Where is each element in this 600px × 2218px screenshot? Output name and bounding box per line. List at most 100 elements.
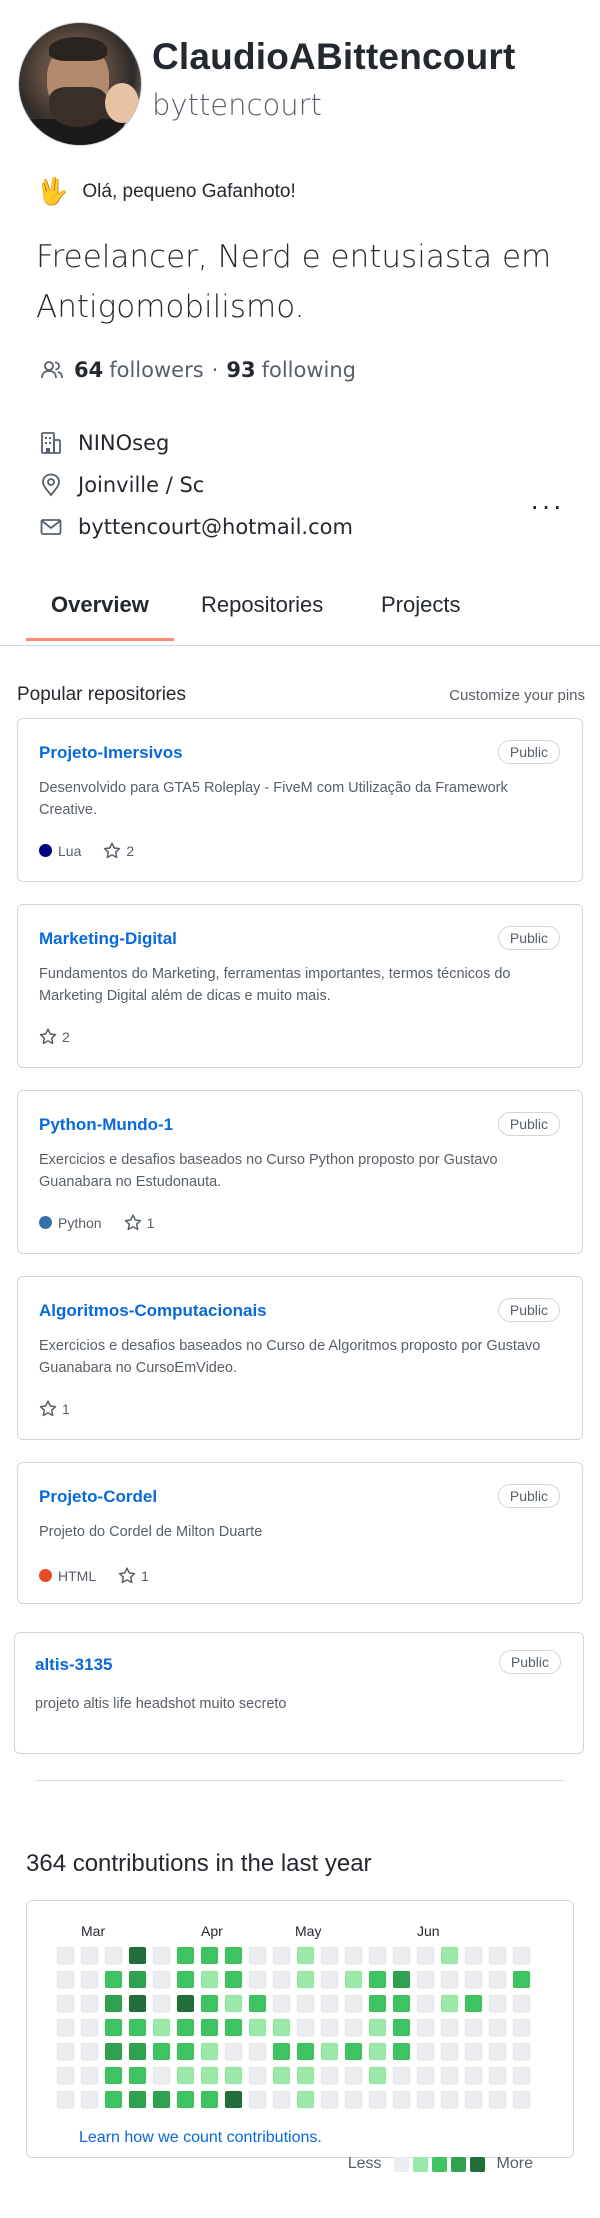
contribution-day[interactable] — [296, 2066, 315, 2085]
repo-link[interactable]: Algoritmos-Computacionais — [39, 1301, 267, 1321]
contribution-day[interactable] — [128, 2066, 147, 2085]
contribution-day[interactable] — [344, 2090, 363, 2109]
contribution-day[interactable] — [152, 2018, 171, 2037]
contribution-day[interactable] — [488, 1946, 507, 1965]
contribution-day[interactable] — [512, 2090, 531, 2109]
contribution-day[interactable] — [80, 2018, 99, 2037]
contribution-day[interactable] — [416, 2066, 435, 2085]
contribution-day[interactable] — [176, 2090, 195, 2109]
contribution-day[interactable] — [248, 1994, 267, 2013]
status-badge[interactable] — [123, 119, 141, 141]
more-options-button[interactable]: ··· — [530, 490, 564, 522]
contribution-day[interactable] — [464, 2018, 483, 2037]
contribution-day[interactable] — [488, 2066, 507, 2085]
contribution-day[interactable] — [80, 1970, 99, 1989]
contribution-day[interactable] — [104, 1946, 123, 1965]
contribution-day[interactable] — [392, 2066, 411, 2085]
contribution-day[interactable] — [272, 2018, 291, 2037]
contribution-day[interactable] — [296, 2018, 315, 2037]
contribution-day[interactable] — [152, 1946, 171, 1965]
contribution-day[interactable] — [200, 1994, 219, 2013]
contribution-day[interactable] — [272, 1994, 291, 2013]
contribution-day[interactable] — [128, 1946, 147, 1965]
repo-link[interactable]: altis-3135 — [35, 1655, 113, 1675]
contribution-day[interactable] — [416, 1946, 435, 1965]
contribution-day[interactable] — [224, 2066, 243, 2085]
contribution-day[interactable] — [248, 2042, 267, 2061]
contribution-day[interactable] — [80, 2042, 99, 2061]
contribution-day[interactable] — [104, 2042, 123, 2061]
avatar[interactable] — [18, 22, 142, 146]
email-link[interactable]: byttencourt@hotmail.com — [78, 515, 353, 539]
contribution-day[interactable] — [152, 2066, 171, 2085]
contribution-day[interactable] — [200, 2090, 219, 2109]
contribution-day[interactable] — [344, 1946, 363, 1965]
contribution-day[interactable] — [248, 2090, 267, 2109]
contribution-day[interactable] — [128, 1994, 147, 2013]
contribution-day[interactable] — [392, 1970, 411, 1989]
contribution-day[interactable] — [440, 1946, 459, 1965]
contribution-day[interactable] — [320, 2090, 339, 2109]
contribution-day[interactable] — [344, 1994, 363, 2013]
contribution-day[interactable] — [296, 2090, 315, 2109]
contribution-day[interactable] — [296, 1946, 315, 1965]
contribution-day[interactable] — [344, 2018, 363, 2037]
contribution-day[interactable] — [368, 2018, 387, 2037]
contribution-day[interactable] — [128, 2018, 147, 2037]
contribution-day[interactable] — [440, 1970, 459, 1989]
contribution-day[interactable] — [224, 2042, 243, 2061]
contribution-day[interactable] — [368, 2090, 387, 2109]
contribution-day[interactable] — [224, 1946, 243, 1965]
contribution-day[interactable] — [488, 2042, 507, 2061]
contribution-day[interactable] — [224, 1970, 243, 1989]
contribution-day[interactable] — [488, 2090, 507, 2109]
contribution-day[interactable] — [152, 1994, 171, 2013]
contribution-day[interactable] — [224, 1994, 243, 2013]
contribution-day[interactable] — [320, 2018, 339, 2037]
contribution-day[interactable] — [272, 2066, 291, 2085]
contribution-day[interactable] — [152, 2090, 171, 2109]
contribution-day[interactable] — [56, 2042, 75, 2061]
contribution-day[interactable] — [416, 2018, 435, 2037]
contribution-day[interactable] — [176, 1994, 195, 2013]
contribution-day[interactable] — [272, 1970, 291, 1989]
contribution-day[interactable] — [56, 2090, 75, 2109]
contribution-day[interactable] — [416, 2042, 435, 2061]
contribution-day[interactable] — [464, 2090, 483, 2109]
contribution-day[interactable] — [56, 2066, 75, 2085]
contribution-day[interactable] — [392, 2042, 411, 2061]
contribution-day[interactable] — [200, 2018, 219, 2037]
contribution-day[interactable] — [128, 2090, 147, 2109]
contribution-day[interactable] — [512, 2018, 531, 2037]
contribution-day[interactable] — [176, 2066, 195, 2085]
contribution-day[interactable] — [296, 1994, 315, 2013]
customize-pins-link[interactable]: Customize your pins — [449, 687, 585, 704]
contribution-day[interactable] — [464, 1994, 483, 2013]
contribution-day[interactable] — [104, 1970, 123, 1989]
contribution-day[interactable] — [440, 2042, 459, 2061]
contribution-day[interactable] — [344, 2066, 363, 2085]
stargazers-link[interactable]: 1 — [118, 1567, 149, 1584]
contribution-day[interactable] — [200, 1946, 219, 1965]
contribution-day[interactable] — [248, 1970, 267, 1989]
contribution-day[interactable] — [344, 1970, 363, 1989]
contribution-day[interactable] — [416, 1970, 435, 1989]
contribution-day[interactable] — [176, 2018, 195, 2037]
contribution-day[interactable] — [272, 2090, 291, 2109]
contribution-day[interactable] — [248, 2018, 267, 2037]
contribution-day[interactable] — [464, 1970, 483, 1989]
contribution-day[interactable] — [440, 2018, 459, 2037]
contribution-day[interactable] — [464, 2066, 483, 2085]
stargazers-link[interactable]: 1 — [39, 1400, 70, 1417]
contribution-day[interactable] — [368, 1994, 387, 2013]
contribution-day[interactable] — [176, 1946, 195, 1965]
contribution-day[interactable] — [248, 2066, 267, 2085]
contribution-day[interactable] — [392, 1994, 411, 2013]
contribution-day[interactable] — [296, 1970, 315, 1989]
contribution-day[interactable] — [176, 1970, 195, 1989]
contribution-day[interactable] — [368, 1970, 387, 1989]
contribution-day[interactable] — [56, 2018, 75, 2037]
repo-link[interactable]: Python-Mundo-1 — [39, 1115, 173, 1135]
contribution-day[interactable] — [272, 2042, 291, 2061]
contribution-day[interactable] — [512, 1946, 531, 1965]
